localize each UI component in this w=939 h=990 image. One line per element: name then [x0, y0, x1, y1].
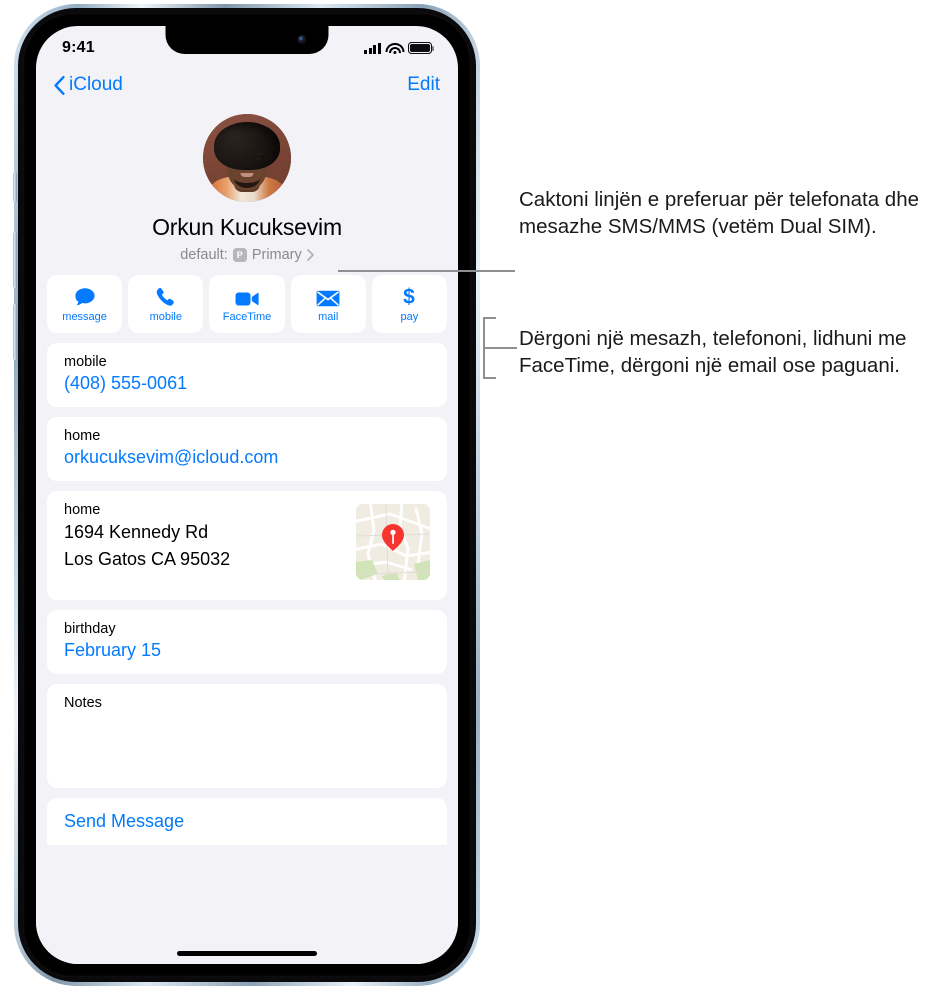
back-button-label: iCloud — [69, 74, 123, 95]
phone-screen: 9:41 iCloud Edit Orkun Kucuksevim defaul… — [36, 26, 458, 964]
callout-leader-line-1 — [338, 269, 515, 272]
field-card-email[interactable]: home orkucuksevim@icloud.com — [47, 417, 447, 481]
quick-action-row: message mobile FaceTime mail $ pay — [36, 263, 458, 333]
action-label: message — [62, 311, 107, 323]
message-bubble-icon — [74, 285, 96, 307]
svg-text:$: $ — [404, 286, 416, 308]
phone-handset-icon — [156, 285, 176, 307]
front-camera-icon — [297, 35, 307, 44]
dollar-sign-icon: $ — [401, 285, 417, 308]
field-card-address[interactable]: home 1694 Kennedy Rd Los Gatos CA 95032 — [47, 491, 447, 600]
battery-icon — [408, 42, 435, 54]
address-line-2: Los Gatos CA 95032 — [64, 548, 231, 569]
action-label: FaceTime — [222, 311, 272, 323]
default-line-row[interactable]: default: P Primary — [36, 247, 458, 263]
chevron-left-icon — [54, 75, 65, 95]
default-line-value: Primary — [251, 247, 302, 263]
status-indicators — [364, 42, 435, 54]
callout-text-actions: Dërgoni një mesazh, telefononi, lidhuni … — [519, 327, 907, 378]
action-button-mail[interactable]: mail — [290, 275, 366, 333]
address-text-block: home 1694 Kennedy Rd Los Gatos CA 95032 — [64, 502, 230, 572]
field-card-notes[interactable]: Notes — [47, 684, 447, 788]
send-message-row[interactable]: Send Message — [47, 798, 447, 845]
field-value-email[interactable]: orkucuksevim@icloud.com — [64, 447, 430, 468]
back-button-icloud[interactable]: iCloud — [54, 74, 123, 96]
callout-text-dual-sim: Caktoni linjën e preferuar për telefonat… — [519, 188, 920, 239]
notch — [165, 26, 329, 54]
video-camera-icon — [235, 285, 259, 307]
home-indicator[interactable] — [177, 951, 317, 956]
action-label: mobile — [149, 311, 182, 323]
volume-up-button[interactable] — [13, 232, 17, 288]
action-button-message[interactable]: message — [47, 275, 123, 333]
field-card-phone[interactable]: mobile (408) 555-0061 — [47, 343, 447, 407]
contact-detail-scroll: Orkun Kucuksevim default: P Primary mess… — [36, 102, 458, 964]
action-button-mobile[interactable]: mobile — [128, 275, 204, 333]
action-button-facetime[interactable]: FaceTime — [209, 275, 285, 333]
iphone-device-frame: 9:41 iCloud Edit Orkun Kucuksevim defaul… — [13, 4, 480, 986]
field-label: mobile — [64, 354, 107, 370]
map-thumbnail[interactable] — [356, 504, 430, 580]
contact-fields: mobile (408) 555-0061 home orkucuksevim@… — [36, 333, 458, 845]
volume-down-button[interactable] — [13, 304, 17, 360]
silent-switch[interactable] — [13, 172, 17, 202]
envelope-icon — [316, 285, 340, 307]
default-prefix-label: default: — [180, 247, 228, 263]
field-label: birthday — [64, 621, 116, 637]
callout-bracket-2 — [483, 317, 517, 379]
field-value-birthday[interactable]: February 15 — [64, 640, 430, 661]
chevron-right-icon — [306, 249, 314, 261]
cellular-signal-icon — [364, 42, 381, 54]
address-line-1: 1694 Kennedy Rd — [64, 522, 209, 542]
field-label: home — [64, 502, 101, 518]
status-time: 9:41 — [62, 39, 95, 56]
sim-badge-icon: P — [232, 248, 247, 262]
field-label: home — [64, 428, 101, 444]
action-label: pay — [400, 311, 419, 323]
action-label: mail — [318, 311, 339, 323]
send-message-label[interactable]: Send Message — [64, 811, 430, 832]
field-label: Notes — [64, 695, 102, 711]
navigation-bar: iCloud Edit — [36, 66, 458, 104]
field-value-phone[interactable]: (408) 555-0061 — [64, 373, 430, 394]
contact-avatar[interactable] — [203, 114, 291, 202]
field-card-birthday[interactable]: birthday February 15 — [47, 610, 447, 674]
contact-name: Orkun Kucuksevim — [152, 214, 342, 240]
action-button-pay[interactable]: $ pay — [371, 275, 448, 333]
edit-button[interactable]: Edit — [407, 74, 440, 96]
wifi-icon — [385, 42, 404, 54]
